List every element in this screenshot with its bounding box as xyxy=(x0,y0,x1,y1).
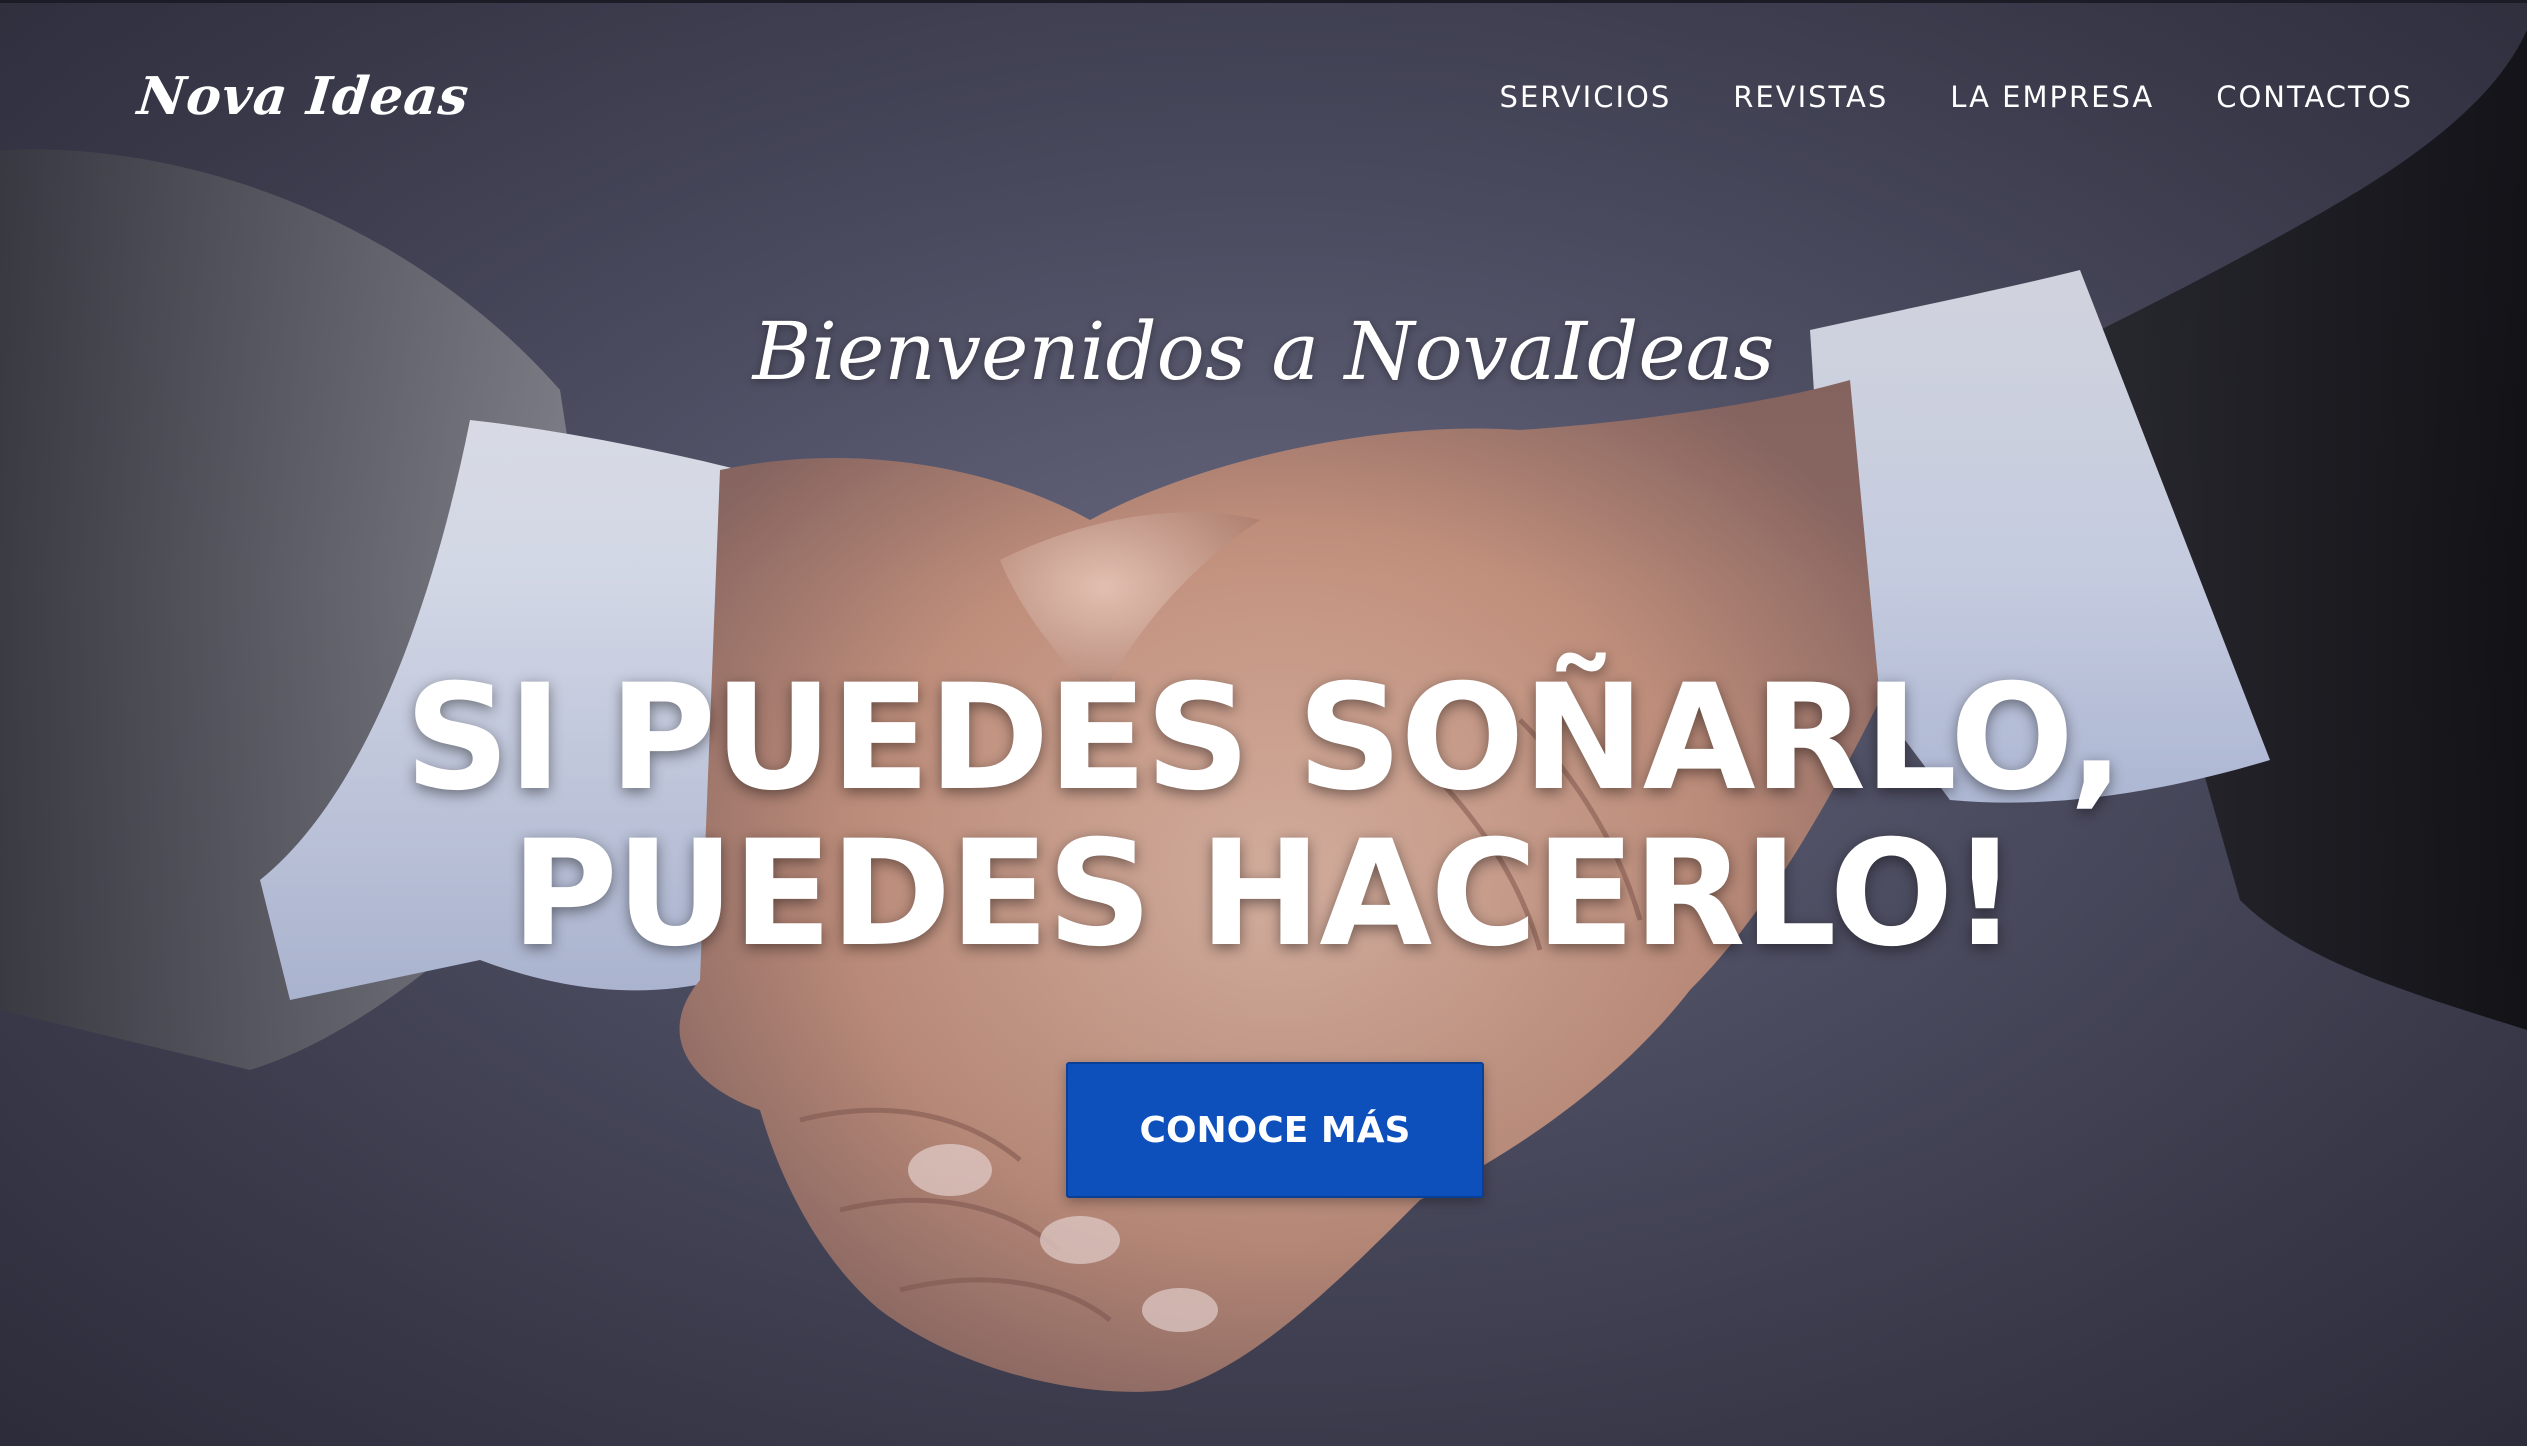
hero-headline-line-1: SI PUEDES SOÑARLO, xyxy=(404,653,2125,823)
nav-item-la-empresa[interactable]: LA EMPRESA xyxy=(1950,80,2154,114)
navbar: Nova Ideas SERVICIOS REVISTAS LA EMPRESA… xyxy=(0,0,2527,200)
nav-item-contactos[interactable]: CONTACTOS xyxy=(2216,80,2413,114)
landing-page: Nova Ideas SERVICIOS REVISTAS LA EMPRESA… xyxy=(0,0,2527,1446)
hero-welcome-text: Bienvenidos a NovaIdeas xyxy=(752,305,1775,398)
nav-item-revistas[interactable]: REVISTAS xyxy=(1733,80,1888,114)
hero-headline: SI PUEDES SOÑARLO, PUEDES HACERLO! xyxy=(0,660,2527,972)
hero-headline-line-2: PUEDES HACERLO! xyxy=(510,809,2018,979)
conoce-mas-button[interactable]: CONOCE MÁS xyxy=(1066,1062,1484,1198)
nav-item-servicios[interactable]: SERVICIOS xyxy=(1500,80,1672,114)
brand-logo[interactable]: Nova Ideas xyxy=(135,66,472,127)
nav-menu: SERVICIOS REVISTAS LA EMPRESA CONTACTOS xyxy=(1500,80,2413,114)
